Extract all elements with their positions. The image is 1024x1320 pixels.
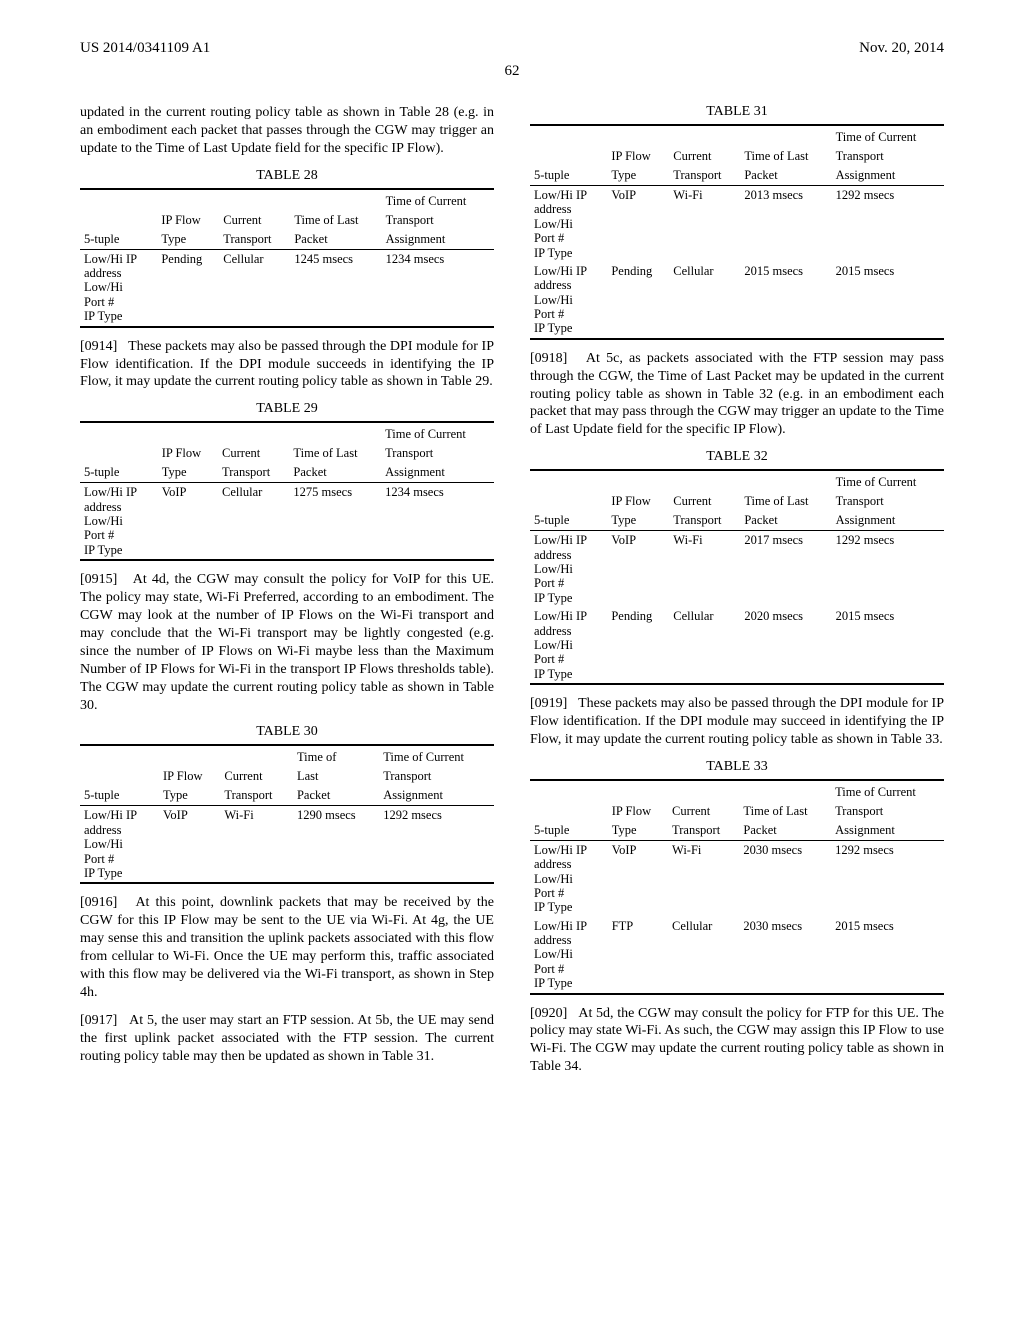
col-header: Type <box>157 230 219 250</box>
table-row: Low/Hi IP address Low/Hi Port # IP Type … <box>530 186 944 262</box>
table-row: Low/Hi IP address Low/Hi Port # IP Type … <box>530 917 944 994</box>
para-ref: [0919] <box>530 696 567 711</box>
col-header: Transport <box>382 211 494 230</box>
table-row: Low/Hi IP address Low/Hi Port # IP Type … <box>530 262 944 339</box>
table-caption: TABLE 28 <box>80 168 494 184</box>
col-header: Packet <box>290 230 381 250</box>
table-row: Low/Hi IP address Low/Hi Port # IP Type … <box>530 531 944 607</box>
table-31: Time of Current IP FlowCurrentTime of La… <box>530 124 944 340</box>
table-29: Time of Current IP FlowCurrentTime of La… <box>80 421 494 561</box>
table-30: Time ofTime of Current IP FlowCurrentLas… <box>80 744 494 884</box>
col-header: Time of Last <box>290 211 381 230</box>
table-caption: TABLE 29 <box>80 401 494 417</box>
col-header: 5-tuple <box>80 230 157 250</box>
table-caption: TABLE 33 <box>530 759 944 775</box>
table-row: Low/Hi IP address Low/Hi Port # IP Type … <box>80 806 494 883</box>
page-number: 62 <box>80 63 944 80</box>
table-row: Low/Hi IP address Low/Hi Port # IP Type … <box>530 840 944 916</box>
body-text: [0917] At 5, the user may start an FTP s… <box>80 1012 494 1066</box>
table-caption: TABLE 30 <box>80 724 494 740</box>
table-32: Time of Current IP FlowCurrentTime of La… <box>530 469 944 685</box>
col-header: Time of Current <box>382 189 494 211</box>
col-header: IP Flow <box>157 211 219 230</box>
body-text: [0919] These packets may also be passed … <box>530 695 944 749</box>
table-caption: TABLE 32 <box>530 449 944 465</box>
body-text: [0920] At 5d, the CGW may consult the po… <box>530 1005 944 1077</box>
table-row: Low/Hi IP address Low/Hi Port # IP Type … <box>530 607 944 684</box>
table-caption: TABLE 31 <box>530 104 944 120</box>
para-ref: [0918] <box>530 351 567 366</box>
table-28: Time of Current IP Flow Current Time of … <box>80 188 494 328</box>
body-text: [0916] At this point, downlink packets t… <box>80 894 494 1001</box>
body-text: [0918] At 5c, as packets associated with… <box>530 350 944 440</box>
body-text: [0915] At 4d, the CGW may consult the po… <box>80 571 494 714</box>
para-ref: [0916] <box>80 895 117 910</box>
pub-date: Nov. 20, 2014 <box>859 40 944 57</box>
para-ref: [0920] <box>530 1006 567 1021</box>
col-header: Current <box>219 211 290 230</box>
para-ref: [0914] <box>80 339 117 354</box>
table-row: Low/Hi IP address Low/Hi Port # IP Type … <box>80 483 494 560</box>
table-33: Time of Current IP FlowCurrentTime of La… <box>530 779 944 995</box>
col-header: Transport <box>219 230 290 250</box>
para-ref: [0915] <box>80 572 117 587</box>
pub-number: US 2014/0341109 A1 <box>80 40 210 57</box>
table-row: Low/Hi IP address Low/Hi Port # IP Type … <box>80 249 494 326</box>
para-ref: [0917] <box>80 1013 117 1028</box>
body-text: updated in the current routing policy ta… <box>80 104 494 158</box>
page-header: US 2014/0341109 A1 Nov. 20, 2014 <box>80 40 944 57</box>
col-header: Assignment <box>382 230 494 250</box>
body-text: [0914] These packets may also be passed … <box>80 338 494 392</box>
